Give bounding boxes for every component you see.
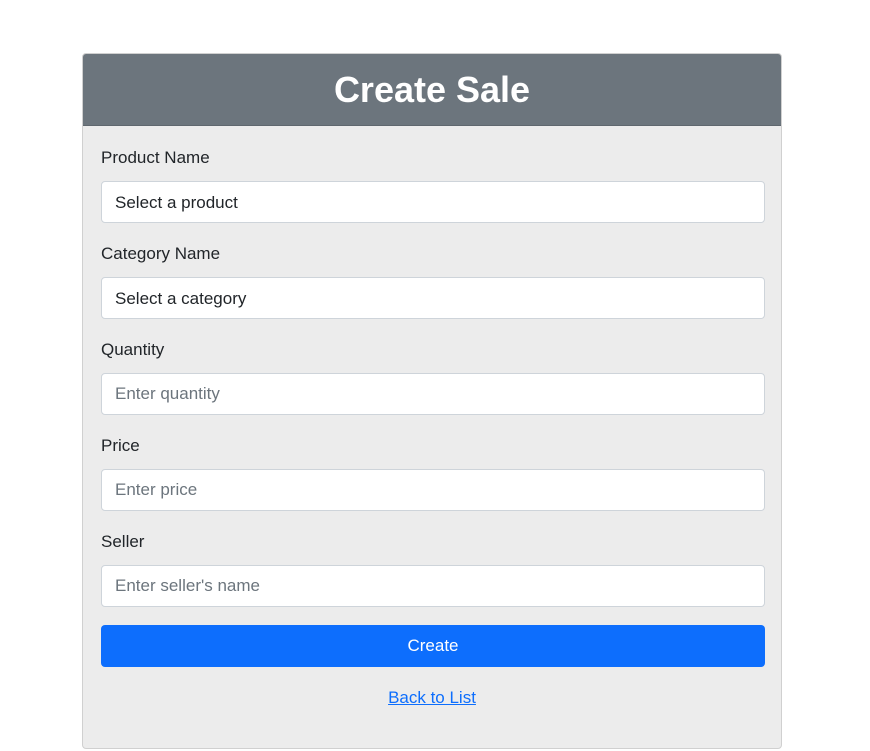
price-label: Price bbox=[101, 436, 140, 455]
seller-input[interactable] bbox=[101, 565, 765, 607]
create-sale-card: Create Sale Product Name Select a produc… bbox=[82, 53, 782, 749]
create-button[interactable]: Create bbox=[101, 625, 765, 667]
back-link-container: Back to List bbox=[101, 688, 763, 708]
card-header: Create Sale bbox=[83, 54, 781, 126]
category-name-label: Category Name bbox=[101, 244, 221, 263]
seller-label: Seller bbox=[101, 532, 145, 551]
price-input[interactable] bbox=[101, 469, 765, 511]
product-name-label: Product Name bbox=[101, 148, 210, 167]
product-select[interactable]: Select a product bbox=[101, 181, 765, 223]
quantity-label: Quantity bbox=[101, 340, 165, 359]
category-select[interactable]: Select a category bbox=[101, 277, 765, 319]
page-title: Create Sale bbox=[333, 68, 531, 110]
sale-form: Product Name Select a product Category N… bbox=[83, 148, 781, 708]
quantity-input[interactable] bbox=[101, 373, 765, 415]
back-to-list-link[interactable]: Back to List bbox=[388, 688, 476, 707]
